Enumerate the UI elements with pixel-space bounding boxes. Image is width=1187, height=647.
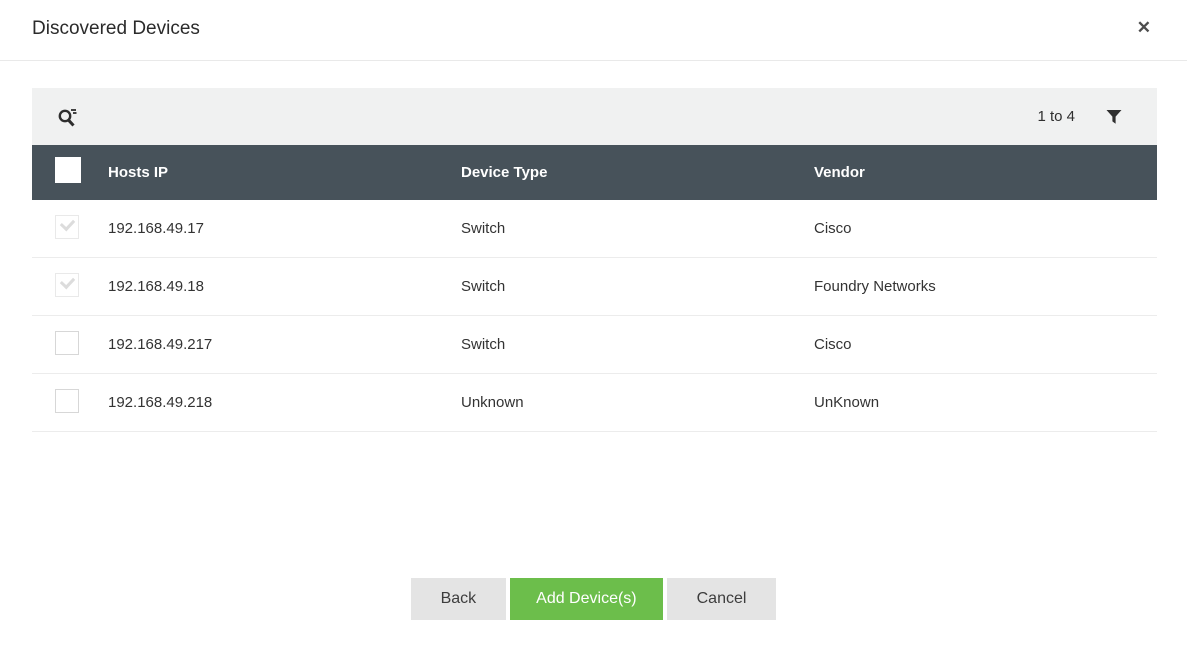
- row-checkbox: [55, 272, 79, 297]
- page-title: Discovered Devices: [32, 18, 200, 39]
- cell-host-ip: 192.168.49.218: [108, 394, 213, 411]
- row-checkbox: [55, 214, 79, 239]
- cell-vendor: UnKnown: [814, 394, 880, 411]
- pagination-range: 1 to 4: [1037, 108, 1075, 125]
- select-all-checkbox[interactable]: [55, 157, 81, 183]
- discovered-devices-dialog: Discovered Devices ✕ 1 to 4 Hosts IP Dev: [0, 0, 1187, 647]
- devices-table: Hosts IP Device Type Vendor 192.168.49.1…: [32, 145, 1157, 432]
- column-header-vendor: Vendor: [814, 164, 865, 181]
- table-body: 192.168.49.17 Switch Cisco 192.168.49.18…: [32, 200, 1157, 432]
- cell-device-type: Switch: [461, 336, 506, 353]
- table-row: 192.168.49.217 Switch Cisco: [32, 316, 1157, 374]
- row-checkbox-cell: [32, 330, 108, 359]
- cell-device-type: Unknown: [461, 394, 524, 411]
- column-header-device-type: Device Type: [461, 164, 548, 181]
- cell-host-ip: 192.168.49.18: [108, 278, 204, 295]
- filter-icon[interactable]: [1105, 108, 1123, 126]
- cell-device-type: Switch: [461, 220, 506, 237]
- table-toolbar: 1 to 4: [32, 88, 1157, 145]
- cancel-button[interactable]: Cancel: [666, 578, 777, 620]
- table-row: 192.168.49.17 Switch Cisco: [32, 200, 1157, 258]
- header-checkbox-cell: [32, 157, 108, 188]
- cell-vendor: Foundry Networks: [814, 278, 936, 295]
- row-checkbox[interactable]: [55, 388, 79, 413]
- dialog-footer: Back Add Device(s) Cancel: [0, 578, 1187, 620]
- dialog-titlebar: Discovered Devices ✕: [0, 0, 1187, 61]
- cell-host-ip: 192.168.49.17: [108, 220, 204, 237]
- add-devices-button[interactable]: Add Device(s): [510, 578, 663, 620]
- table-header-row: Hosts IP Device Type Vendor: [32, 145, 1157, 200]
- table-row: 192.168.49.218 Unknown UnKnown: [32, 374, 1157, 432]
- column-header-hosts-ip: Hosts IP: [108, 164, 169, 181]
- close-icon[interactable]: ✕: [1137, 19, 1151, 36]
- back-button[interactable]: Back: [410, 578, 507, 620]
- table-row: 192.168.49.18 Switch Foundry Networks: [32, 258, 1157, 316]
- row-checkbox-cell: [32, 272, 108, 301]
- cell-vendor: Cisco: [814, 220, 852, 237]
- search-icon[interactable]: [55, 105, 79, 129]
- row-checkbox-cell: [32, 214, 108, 243]
- row-checkbox-cell: [32, 388, 108, 417]
- cell-device-type: Switch: [461, 278, 506, 295]
- cell-vendor: Cisco: [814, 336, 852, 353]
- cell-host-ip: 192.168.49.217: [108, 336, 213, 353]
- row-checkbox[interactable]: [55, 330, 79, 355]
